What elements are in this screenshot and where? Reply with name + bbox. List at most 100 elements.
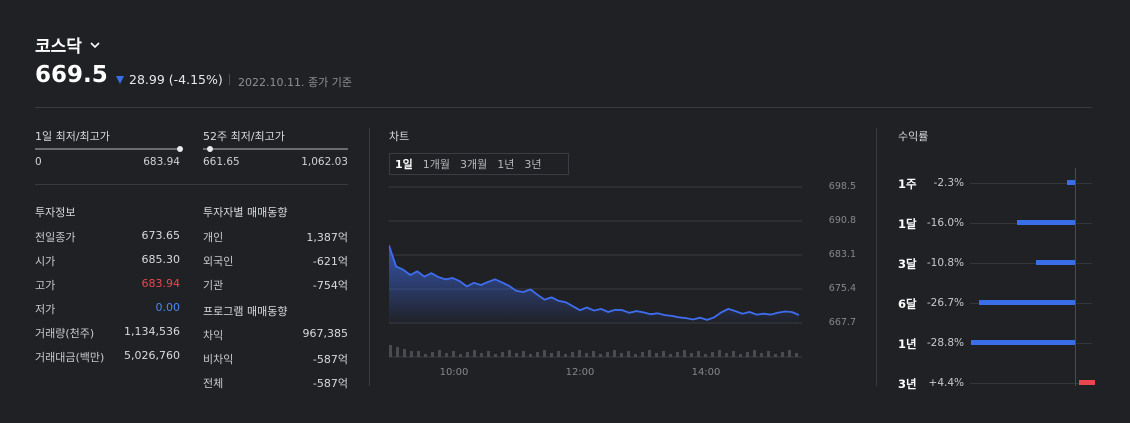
invest-row-value: 683.94 <box>141 277 181 290</box>
volume-bar <box>739 354 742 357</box>
volume-bar <box>501 352 504 357</box>
investor-row-label: 기관 <box>203 279 224 292</box>
return-bar <box>1017 220 1075 225</box>
change-text: 28.99 (-4.15%) <box>129 72 223 87</box>
volume-bar <box>389 345 392 357</box>
tab-1년[interactable]: 1년 <box>492 156 519 172</box>
volume-bar <box>781 352 784 357</box>
return-value: +4.4% <box>928 377 964 389</box>
y-tick-label: 683.1 <box>828 249 856 260</box>
y-tick-label: 690.8 <box>828 215 856 226</box>
volume-bar <box>445 353 448 357</box>
range-1d-bar <box>35 146 183 152</box>
program-row-label: 차익 <box>203 329 224 342</box>
invest-row-label: 고가 <box>35 279 56 292</box>
price-chart[interactable] <box>389 180 802 360</box>
volume-bar <box>585 353 588 357</box>
return-period-label: 1달 <box>898 217 917 231</box>
down-arrow-icon <box>116 75 124 84</box>
volume-bar <box>438 350 441 357</box>
volume-bar <box>403 349 406 357</box>
invest-row-label: 거래량(천주) <box>35 327 95 340</box>
return-value: -26.7% <box>926 297 964 309</box>
return-period-label: 3년 <box>898 377 917 391</box>
volume-bar <box>543 350 546 357</box>
volume-bar <box>550 353 553 357</box>
invest-info-title: 투자정보 <box>35 206 76 219</box>
volume-bar <box>725 353 728 357</box>
date-text: 2022.10.11. 종가 기준 <box>238 76 352 89</box>
program-row-value: 967,385 <box>302 327 349 340</box>
x-tick-label: 14:00 <box>691 367 721 378</box>
volume-bar <box>753 350 756 357</box>
volume-bar <box>473 350 476 357</box>
investor-row-label: 외국인 <box>203 255 234 268</box>
column-divider-2 <box>876 128 877 386</box>
volume-bar <box>697 351 700 357</box>
section-divider <box>35 184 348 185</box>
volume-bar <box>564 354 567 357</box>
invest-row-label: 시가 <box>35 255 56 268</box>
investor-trend-title: 투자자별 매매동향 <box>203 206 288 219</box>
volume-bar <box>592 351 595 357</box>
volume-bar <box>746 352 749 357</box>
return-value: -28.8% <box>926 337 964 349</box>
return-period-label: 6달 <box>898 297 917 311</box>
returns-zero-line <box>1075 168 1076 386</box>
return-period-label: 1년 <box>898 337 917 351</box>
volume-bar <box>452 351 455 357</box>
tab-3년[interactable]: 3년 <box>519 156 546 172</box>
range-1d-label: 1일 최저/최고가 <box>35 130 110 143</box>
invest-row-value: 0.00 <box>155 301 181 314</box>
y-tick-label: 675.4 <box>828 283 856 294</box>
y-tick-label: 667.7 <box>828 317 856 328</box>
range-1d-marker <box>176 146 183 152</box>
return-bar <box>1036 260 1075 265</box>
volume-bar <box>676 352 679 357</box>
volume-bar <box>599 354 602 357</box>
volume-bar <box>396 347 399 357</box>
volume-bar <box>620 353 623 357</box>
volume-bar <box>522 351 525 357</box>
volume-bar <box>774 354 777 357</box>
range-52w-low: 661.65 <box>203 156 240 168</box>
program-trend-title: 프로그램 매매동향 <box>203 305 288 318</box>
volume-bar <box>788 350 791 357</box>
return-track <box>970 383 1092 384</box>
invest-row-value: 1,134,536 <box>124 325 180 338</box>
chart-period-tabs: 1일 1개월 3개월 1년 3년 <box>389 153 569 175</box>
header-divider <box>35 107 1092 108</box>
invest-row-value: 5,026,760 <box>124 349 180 362</box>
volume-bar <box>655 353 658 357</box>
invest-row-value: 673.65 <box>141 229 181 242</box>
volume-bar <box>662 351 665 357</box>
range-52w-label: 52주 최저/최고가 <box>203 130 285 143</box>
investor-row-value: -754억 <box>312 279 348 292</box>
range-52w-marker <box>206 146 213 152</box>
return-period-label: 1주 <box>898 177 917 191</box>
volume-bar <box>529 354 532 357</box>
investor-row-value: 1,387억 <box>306 231 348 244</box>
index-selector[interactable]: 코스닥 <box>35 32 100 57</box>
tab-1개월[interactable]: 1개월 <box>418 156 455 172</box>
volume-bar <box>767 351 770 357</box>
x-tick-label: 10:00 <box>439 367 469 378</box>
volume-bar <box>718 350 721 357</box>
volume-bar <box>459 354 462 357</box>
chevron-down-icon <box>90 41 100 48</box>
return-bar <box>1066 180 1075 185</box>
program-row-label: 비차익 <box>203 353 234 366</box>
volume-bar <box>648 350 651 357</box>
return-value: -2.3% <box>933 177 964 189</box>
volume-bar <box>606 352 609 357</box>
range-1d-high: 683.94 <box>143 156 180 168</box>
volume-bar <box>795 353 798 357</box>
tab-3개월[interactable]: 3개월 <box>455 156 492 172</box>
tab-1일[interactable]: 1일 <box>390 156 418 172</box>
return-bar <box>971 340 1075 345</box>
volume-bar <box>613 350 616 357</box>
divider <box>229 74 230 85</box>
volume-bar <box>515 353 518 357</box>
chart-title: 차트 <box>389 130 410 143</box>
invest-row-label: 전일종가 <box>35 231 76 244</box>
